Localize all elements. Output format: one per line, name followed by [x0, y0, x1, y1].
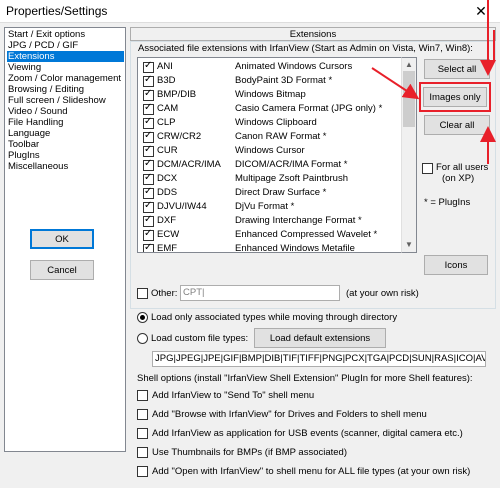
annotation-arrows [371, 0, 496, 164]
arrow-left [371, 67, 420, 100]
